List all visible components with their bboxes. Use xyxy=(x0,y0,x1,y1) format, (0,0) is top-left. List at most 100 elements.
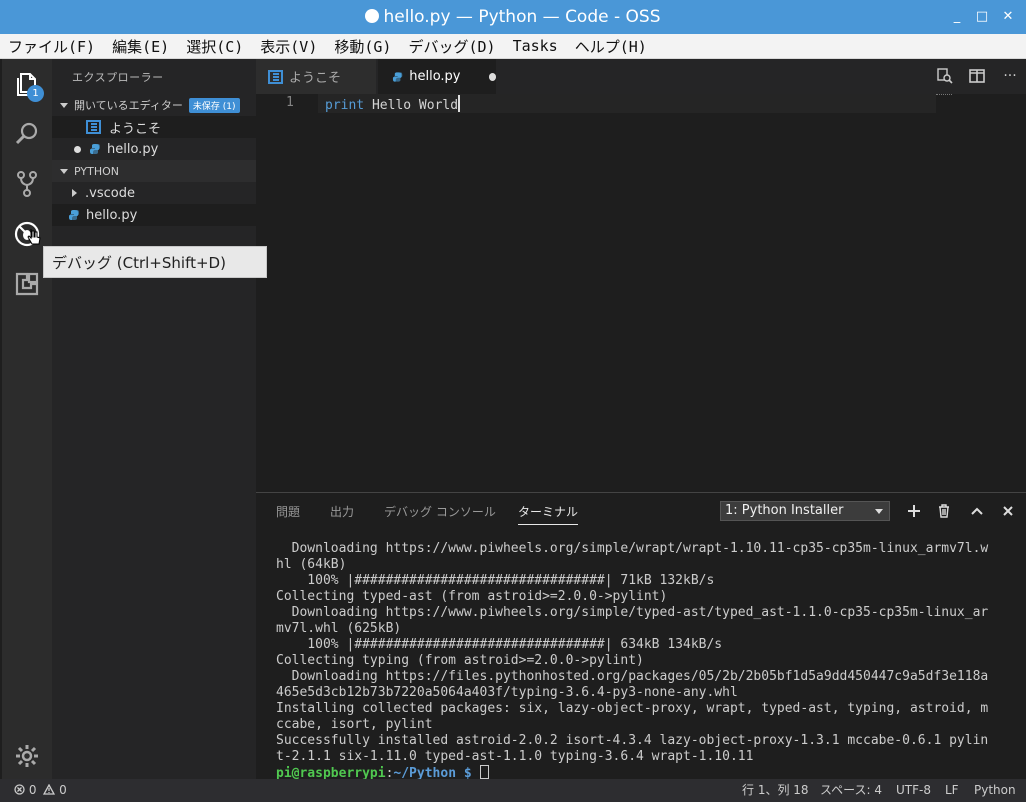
code-text: Hello World xyxy=(364,98,459,113)
maximize-panel-button[interactable] xyxy=(967,501,987,521)
split-editor-icon[interactable] xyxy=(969,68,985,84)
cursor-position[interactable]: 行 1、列 18 xyxy=(742,779,809,802)
terminal-line: ccabe, isort, pylint xyxy=(276,717,433,732)
terminal-selector-value: 1: Python Installer xyxy=(725,503,844,518)
tab-debug-console[interactable]: デバッグ コンソール xyxy=(384,503,496,520)
trash-icon xyxy=(939,504,949,518)
menu-file[interactable]: ファイル(F) xyxy=(6,36,97,57)
python-file-icon xyxy=(69,210,79,220)
error-count: 0 xyxy=(28,783,37,797)
minimap[interactable] xyxy=(936,94,952,97)
source-control-icon xyxy=(17,171,37,197)
terminal-output[interactable]: Downloading https://www.piwheels.org/sim… xyxy=(276,541,1011,782)
close-window-button[interactable]: ✕ xyxy=(995,0,1021,34)
collapse-icon xyxy=(60,102,68,108)
menu-edit[interactable]: 編集(E) xyxy=(110,36,171,57)
menu-debug[interactable]: デバッグ(D) xyxy=(406,36,497,57)
terminal-line: Collecting typed-ast (from astroid>=2.0.… xyxy=(276,589,668,604)
terminal-line: Successfully installed astroid-2.0.2 iso… xyxy=(276,733,989,748)
tree-item-label: hello.py xyxy=(86,207,138,223)
maximize-button[interactable]: □ xyxy=(969,0,995,34)
hand-cursor-icon xyxy=(27,229,41,245)
warning-icon xyxy=(43,783,56,795)
open-editor-label: ようこそ xyxy=(109,121,162,137)
minimize-button[interactable]: _ xyxy=(944,0,970,34)
welcome-icon xyxy=(86,120,101,134)
activity-explorer[interactable]: 1 xyxy=(2,59,52,109)
open-editors-label: 開いているエディター xyxy=(74,99,183,112)
tab-hello-py[interactable]: hello.py xyxy=(378,59,496,94)
open-editor-hello-py[interactable]: hello.py xyxy=(52,138,256,160)
close-panel-button[interactable] xyxy=(998,501,1018,521)
warning-count: 0 xyxy=(59,783,67,797)
terminal-line: 465e5d3cb12b73b7220a5064a403f/typing-3.6… xyxy=(276,685,738,700)
open-editors-section[interactable]: 開いているエディター 未保存 (1) xyxy=(52,94,256,116)
tab-label: ようこそ xyxy=(289,71,342,86)
gear-icon xyxy=(16,745,38,767)
open-editor-welcome[interactable]: ようこそ xyxy=(52,116,256,138)
new-terminal-button[interactable] xyxy=(904,501,924,521)
explorer-sidebar: エクスプローラー 開いているエディター 未保存 (1) ようこそ hello.p… xyxy=(52,59,256,779)
terminal-selector[interactable]: 1: Python Installer xyxy=(720,501,890,521)
unsaved-dot-icon xyxy=(365,9,380,23)
activity-source-control[interactable] xyxy=(2,159,52,209)
window-title-wrap: hello.py — Python — Code - OSS xyxy=(0,0,1026,34)
modified-dot-icon xyxy=(74,145,81,153)
keyword-print: print xyxy=(325,98,365,113)
tab-welcome[interactable]: ようこそ xyxy=(256,59,376,94)
bottom-panel: 問題 出力 デバッグ コンソール ターミナル 1: Python Install… xyxy=(256,492,1026,782)
tab-problems[interactable]: 問題 xyxy=(276,503,300,520)
kill-terminal-button[interactable] xyxy=(934,501,954,521)
terminal-line: hl (64kB) xyxy=(276,557,347,572)
window-title: hello.py — Python — Code - OSS xyxy=(383,7,661,27)
tree-item-hello-py[interactable]: hello.py xyxy=(52,204,256,226)
menu-tasks[interactable]: Tasks xyxy=(511,37,560,55)
close-icon xyxy=(1003,506,1013,516)
tab-terminal[interactable]: ターミナル xyxy=(518,503,579,525)
extensions-icon xyxy=(15,272,39,296)
terminal-cursor xyxy=(479,765,489,779)
plus-icon xyxy=(908,505,920,517)
more-actions-icon[interactable]: ··· xyxy=(1002,68,1018,84)
modified-dot-icon[interactable] xyxy=(488,72,496,81)
text-caret xyxy=(458,95,461,112)
activity-settings[interactable] xyxy=(2,731,52,781)
menu-help[interactable]: ヘルプ(H) xyxy=(573,36,649,57)
problems-status[interactable]: 0 0 xyxy=(14,779,67,802)
search-icon xyxy=(15,122,38,145)
line-number: 1 xyxy=(286,95,294,110)
indentation-status[interactable]: スペース: 4 xyxy=(820,779,882,802)
encoding-status[interactable]: UTF-8 xyxy=(896,779,931,802)
terminal-line: mv7l.whl (625kB) xyxy=(276,621,402,636)
code-line[interactable]: print Hello World xyxy=(325,95,461,113)
tab-label: hello.py xyxy=(409,69,461,84)
open-editor-label: hello.py xyxy=(107,141,159,157)
terminal-line: Downloading https://www.piwheels.org/sim… xyxy=(276,541,989,556)
terminal-line: Collecting typing (from astroid>=2.0.0->… xyxy=(276,653,644,668)
unsaved-badge: 未保存 (1) xyxy=(188,97,240,113)
language-status[interactable]: Python xyxy=(974,779,1016,802)
error-icon xyxy=(14,784,25,795)
python-folder-section[interactable]: PYTHON xyxy=(52,160,256,182)
collapse-icon xyxy=(60,168,68,174)
sidebar-title: エクスプローラー xyxy=(72,71,164,84)
terminal-line: Installing collected packages: six, lazy… xyxy=(276,701,989,716)
chevron-up-icon xyxy=(971,507,983,515)
terminal-line: Downloading https://www.piwheels.org/sim… xyxy=(276,605,989,620)
tree-item-vscode[interactable]: .vscode xyxy=(52,182,256,204)
activity-bar: 1 xyxy=(2,59,52,779)
terminal-line: 100% |################################| … xyxy=(276,637,723,652)
eol-status[interactable]: LF xyxy=(945,779,959,802)
menu-selection[interactable]: 選択(C) xyxy=(184,36,245,57)
tab-output[interactable]: 出力 xyxy=(330,503,354,520)
tree-item-label: .vscode xyxy=(85,185,135,201)
explorer-badge: 1 xyxy=(27,85,44,102)
open-changes-icon[interactable] xyxy=(937,68,953,84)
activity-search[interactable] xyxy=(2,109,52,159)
chevron-down-icon xyxy=(875,509,883,514)
menu-go[interactable]: 移動(G) xyxy=(332,36,393,57)
chevron-right-icon xyxy=(72,189,77,197)
debug-tooltip: デバッグ (Ctrl+Shift+D) xyxy=(43,246,267,278)
menu-view[interactable]: 表示(V) xyxy=(258,36,319,57)
code-editor[interactable]: 1 print Hello World xyxy=(256,94,1026,492)
